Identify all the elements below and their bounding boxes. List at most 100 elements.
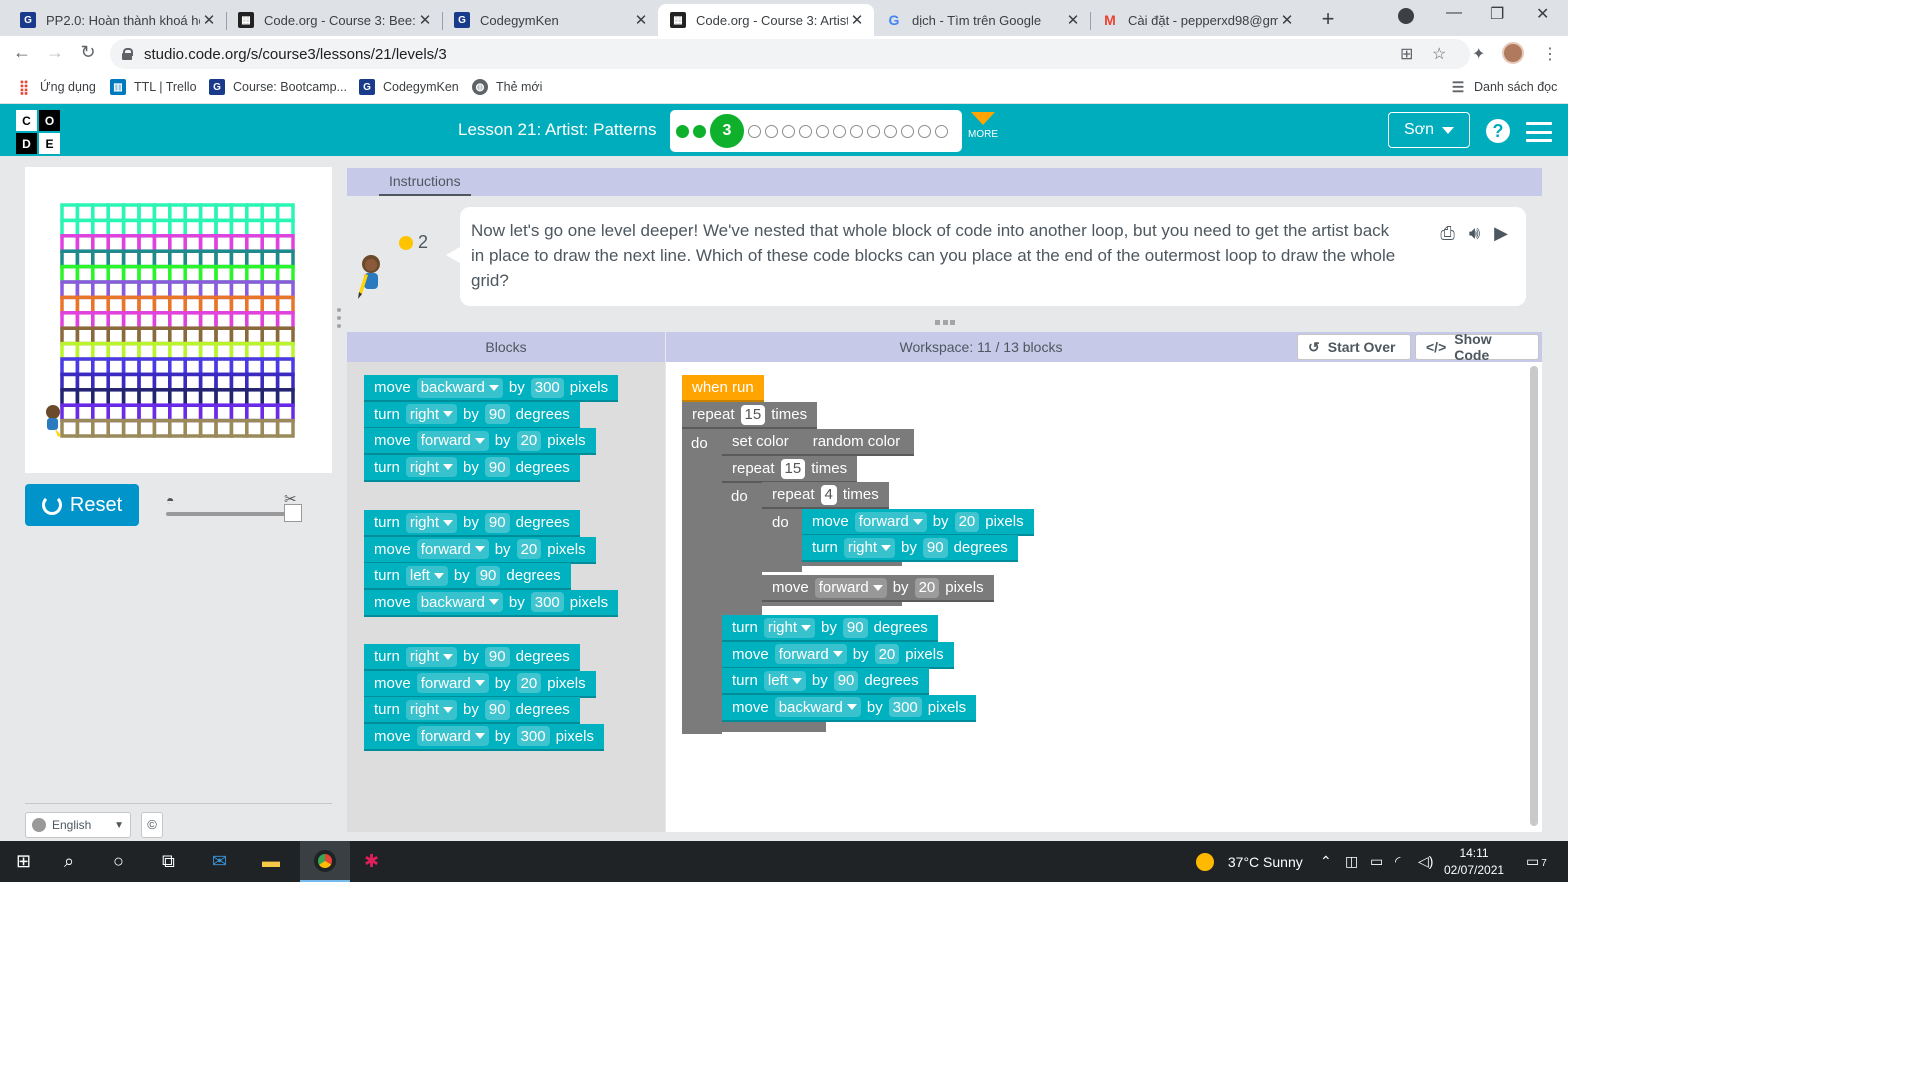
wifi-icon[interactable]: ◜ <box>1395 853 1400 870</box>
browser-tab[interactable]: ▦ Code.org - Course 3: Bee: N ✕ <box>226 4 442 36</box>
close-tab-icon[interactable]: ✕ <box>1278 11 1296 29</box>
move-block[interactable]: move forward by 20 pixels <box>722 641 954 669</box>
level-dot[interactable] <box>867 124 880 138</box>
restore-icon[interactable]: ❐ <box>1490 4 1504 24</box>
play-icon[interactable]: ▶ <box>1494 221 1508 246</box>
direction-dropdown[interactable]: right <box>405 646 458 667</box>
hamburger-menu-icon[interactable] <box>1526 122 1552 142</box>
weather-widget[interactable]: 37°C Sunny <box>1196 853 1303 871</box>
level-dot-complete[interactable] <box>693 124 706 138</box>
workspace-scrollbar[interactable] <box>1530 366 1538 826</box>
bookmark-trello[interactable]: ▥ TTL | Trello <box>110 79 197 95</box>
repeat-count-field[interactable]: 15 <box>780 458 806 479</box>
number-field[interactable]: 90 <box>484 512 510 533</box>
user-menu-button[interactable]: Sơn <box>1388 112 1470 148</box>
number-field[interactable]: 90 <box>484 646 510 667</box>
back-icon[interactable]: ← <box>10 42 34 63</box>
number-field[interactable]: 90 <box>484 457 510 478</box>
level-dot-current[interactable]: 3 <box>710 114 744 148</box>
number-field[interactable]: 90 <box>922 537 948 558</box>
level-dot[interactable] <box>884 124 897 138</box>
copyright-button[interactable]: © <box>141 812 163 838</box>
random-color-block[interactable]: random color <box>809 433 905 450</box>
close-tab-icon[interactable]: ✕ <box>848 11 866 29</box>
move-block[interactable]: move forward by 20 pixels <box>364 536 596 564</box>
battery-icon[interactable]: ▭ <box>1370 853 1383 870</box>
direction-dropdown[interactable]: forward <box>416 539 489 560</box>
turn-block[interactable]: turn right by 90 degrees <box>364 510 580 537</box>
browser-tab[interactable]: G dịch - Tìm trên Google ✕ <box>874 4 1090 36</box>
direction-dropdown[interactable]: right <box>405 457 458 478</box>
speed-track[interactable] <box>166 512 296 516</box>
immersive-reader-icon[interactable]: ⎙ <box>1440 221 1454 246</box>
speed-slider[interactable]: ◓ ✂ <box>166 491 306 522</box>
close-tab-icon[interactable]: ✕ <box>1064 11 1082 29</box>
repeat-block[interactable]: repeat 4 times <box>762 482 889 509</box>
move-block[interactable]: move forward by 20 pixels <box>802 509 1034 536</box>
number-field[interactable]: 20 <box>516 539 542 560</box>
number-field[interactable]: 300 <box>530 592 564 613</box>
browser-tab[interactable]: G CodegymKen ✕ <box>442 4 658 36</box>
level-dot[interactable] <box>799 124 812 138</box>
turn-block[interactable]: turn right by 90 degrees <box>722 615 938 642</box>
close-tab-icon[interactable]: ✕ <box>632 11 650 29</box>
number-field[interactable]: 300 <box>888 697 922 718</box>
reset-button[interactable]: Reset <box>25 484 139 526</box>
direction-dropdown[interactable]: right <box>405 699 458 720</box>
level-dot[interactable] <box>918 124 931 138</box>
language-select[interactable]: English ▼ <box>25 812 131 838</box>
more-levels-button[interactable]: MORE <box>968 112 998 140</box>
direction-dropdown[interactable]: right <box>405 512 458 533</box>
bookmark-course[interactable]: G Course: Bootcamp... <box>209 79 347 95</box>
minimize-icon[interactable]: — <box>1446 4 1462 22</box>
volume-icon[interactable]: ◁) <box>1418 853 1433 870</box>
move-block[interactable]: move backward by 300 pixels <box>364 589 619 617</box>
bookmark-star-icon[interactable]: ☆ <box>1432 44 1446 64</box>
start-over-button[interactable]: ↺ Start Over <box>1297 334 1411 360</box>
direction-dropdown[interactable]: forward <box>774 644 847 665</box>
turn-block[interactable]: turn right by 90 degrees <box>364 454 580 482</box>
level-dot-complete[interactable] <box>676 124 689 138</box>
show-code-button[interactable]: </> Show Code <box>1415 331 1539 363</box>
level-dot[interactable] <box>850 124 863 138</box>
direction-dropdown[interactable]: right <box>405 404 458 425</box>
file-explorer-icon[interactable]: ▬ <box>262 851 280 872</box>
turn-block[interactable]: turn right by 90 degrees <box>364 644 580 671</box>
direction-dropdown[interactable]: left <box>763 670 806 691</box>
level-dot[interactable] <box>765 124 778 138</box>
browser-tab[interactable]: M Cài đặt - pepperxd98@gma ✕ <box>1090 4 1304 36</box>
task-view-icon[interactable]: ⧉ <box>162 851 175 872</box>
close-window-icon[interactable]: ✕ <box>1536 4 1549 24</box>
level-dot[interactable] <box>935 124 948 138</box>
translate-icon[interactable]: ⊞ <box>1400 44 1413 64</box>
search-icon[interactable]: ⌕ <box>64 851 74 872</box>
turn-block[interactable]: turn left by 90 degrees <box>722 668 929 696</box>
chrome-icon[interactable] <box>300 841 350 882</box>
url-bar[interactable]: studio.code.org/s/course3/lessons/21/lev… <box>110 39 1470 69</box>
direction-dropdown[interactable]: forward <box>416 430 489 451</box>
repeat-count-field[interactable]: 15 <box>740 404 766 425</box>
lesson-title[interactable]: Lesson 21: Artist: Patterns <box>458 120 656 140</box>
profile-avatar[interactable] <box>1502 42 1524 64</box>
direction-dropdown[interactable]: right <box>763 617 816 638</box>
repeat-block[interactable]: repeat 15 times <box>722 456 858 483</box>
extensions-icon[interactable]: ✦ <box>1472 44 1485 64</box>
browser-tab[interactable]: G PP2.0: Hoàn thành khoá học ✕ <box>8 4 226 36</box>
number-field[interactable]: 20 <box>516 673 542 694</box>
panel-resize-handle[interactable] <box>337 308 341 328</box>
forward-icon[interactable]: → <box>43 42 67 63</box>
help-icon[interactable]: ? <box>1486 119 1510 143</box>
new-tab-button[interactable]: + <box>1316 6 1340 32</box>
direction-dropdown[interactable]: backward <box>774 697 861 718</box>
number-field[interactable]: 90 <box>842 617 868 638</box>
number-field[interactable]: 90 <box>475 565 501 586</box>
speed-thumb[interactable] <box>284 504 302 522</box>
turn-block[interactable]: turn right by 90 degrees <box>802 535 1018 562</box>
direction-dropdown[interactable]: left <box>405 565 448 586</box>
number-field[interactable]: 300 <box>516 726 550 747</box>
turn-block[interactable]: turn right by 90 degrees <box>364 697 580 725</box>
direction-dropdown[interactable]: backward <box>416 377 503 398</box>
codeorg-logo[interactable]: C O D E <box>16 110 60 154</box>
move-block[interactable]: move forward by 300 pixels <box>364 723 604 751</box>
number-field[interactable]: 90 <box>484 404 510 425</box>
